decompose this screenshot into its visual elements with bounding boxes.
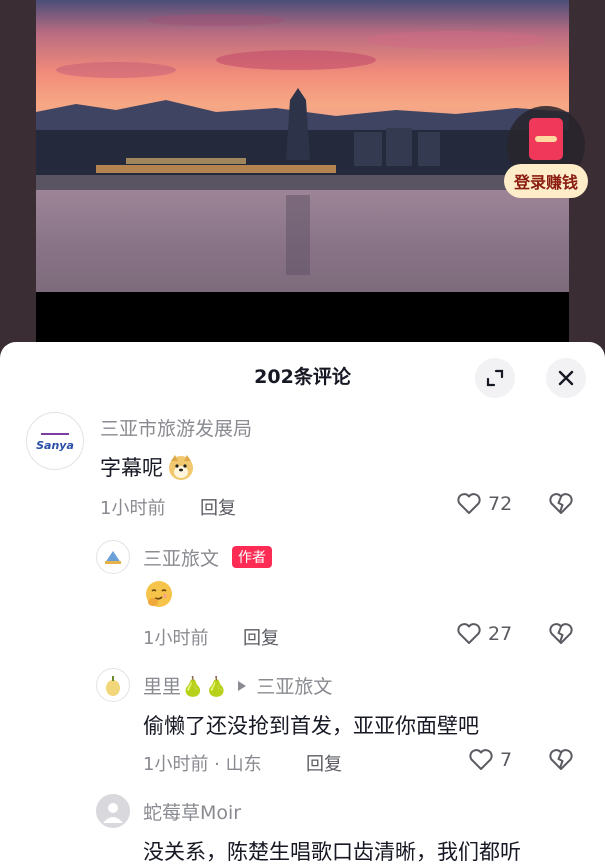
sanya-logo-icon <box>105 551 121 564</box>
comment-time: 1小时前 <box>143 628 209 649</box>
reply-item: 里里🍐🍐 三亚旅文 偷懒了还没抢到首发，亚亚你面壁吧 1小时前 · 山东 回复 … <box>0 664 605 784</box>
comment-username[interactable]: 蛇莓草Moir <box>143 798 241 825</box>
comment-username[interactable]: 三亚旅文 <box>143 544 219 571</box>
comment-text: 字幕呢 <box>100 452 195 482</box>
sheet-header: 202条评论 <box>0 342 605 408</box>
like-count: 27 <box>488 623 513 645</box>
expand-icon <box>486 369 504 387</box>
svg-text:Sanya: Sanya <box>36 439 74 452</box>
like-count: 7 <box>500 749 513 771</box>
comment-username-line: 里里🍐🍐 三亚旅文 <box>143 672 332 699</box>
expand-button[interactable] <box>475 358 515 398</box>
comment-time-location: 1小时前 · 山东 <box>143 754 262 775</box>
avatar[interactable] <box>96 794 130 828</box>
dislike-button[interactable] <box>548 748 574 776</box>
heart-icon <box>457 623 481 644</box>
dislike-button[interactable] <box>548 492 574 520</box>
comment-username[interactable]: 里里🍐🍐 <box>143 672 228 699</box>
comment-sheet: 202条评论 Sanya 三亚市旅游发展局 字幕呢 1小时前 回复 72 三亚旅… <box>0 342 605 864</box>
reply-button[interactable]: 回复 <box>306 750 342 776</box>
comment-time: 1小时前 <box>100 498 166 519</box>
comment-text: 偷懒了还没抢到首发，亚亚你面壁吧 <box>143 714 479 738</box>
default-avatar-icon <box>103 803 123 823</box>
author-badge: 作者 <box>232 546 272 568</box>
reply-button[interactable]: 回复 <box>200 494 236 520</box>
like-count: 72 <box>488 493 513 515</box>
avatar[interactable]: Sanya <box>26 412 84 470</box>
comment-item: Sanya 三亚市旅游发展局 字幕呢 1小时前 回复 72 <box>0 408 605 528</box>
reply-item: 三亚旅文 作者 1小时前 回复 27 <box>0 534 605 654</box>
doge-emoji-icon <box>169 455 193 480</box>
avatar[interactable] <box>96 540 130 574</box>
like-button[interactable]: 7 <box>468 748 512 772</box>
dislike-button[interactable] <box>548 622 574 650</box>
close-icon <box>558 370 574 386</box>
broken-heart-icon <box>549 493 573 514</box>
heart-icon <box>469 749 493 770</box>
comment-username[interactable]: 三亚市旅游发展局 <box>100 414 252 441</box>
red-envelope-icon <box>529 118 563 160</box>
red-packet-promo[interactable]: 登录赚钱 <box>504 106 588 198</box>
like-button[interactable]: 27 <box>456 622 512 646</box>
reply-button[interactable]: 回复 <box>243 624 279 650</box>
comment-text <box>143 578 175 615</box>
reply-item: 蛇莓草Moir 没关系，陈楚生唱歌口齿清晰，我们都听 <box>0 792 605 864</box>
sanya-logo-icon: Sanya <box>36 433 74 452</box>
video-player[interactable] <box>36 0 569 342</box>
like-button[interactable]: 72 <box>456 492 512 516</box>
comment-text-body: 字幕呢 <box>100 456 163 480</box>
close-button[interactable] <box>546 358 586 398</box>
comment-text: 没关系，陈楚生唱歌口齿清晰，我们都听 <box>143 840 521 864</box>
reply-arrow-icon <box>238 680 247 691</box>
heart-icon <box>457 493 481 514</box>
promo-label: 登录赚钱 <box>504 164 588 198</box>
broken-heart-icon <box>549 749 573 770</box>
reply-to-username[interactable]: 三亚旅文 <box>256 672 332 699</box>
pear-avatar-icon <box>106 676 120 696</box>
shy-face-emoji-icon <box>146 581 172 607</box>
avatar[interactable] <box>96 668 130 702</box>
video-thumbnail <box>36 0 569 342</box>
broken-heart-icon <box>549 623 573 644</box>
